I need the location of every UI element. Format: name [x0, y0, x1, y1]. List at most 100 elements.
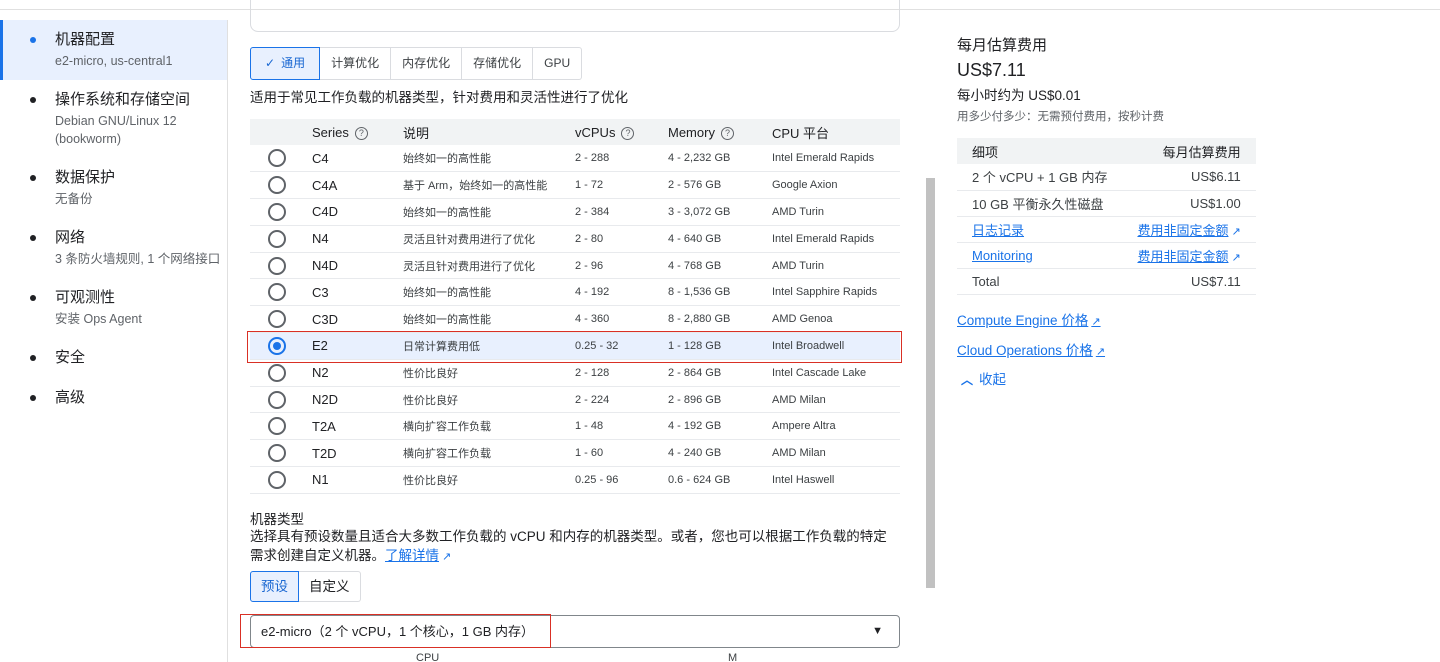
series-row[interactable]: N2D 性价比良好 2 - 224 2 - 896 GB AMD Milan — [250, 386, 900, 414]
series-platform: Google Axion — [772, 171, 900, 200]
radio-cell — [250, 278, 312, 307]
sidebar-item-2[interactable]: 数据保护 无备份 — [0, 158, 227, 218]
series-platform: Intel Cascade Lake — [772, 359, 900, 387]
tab-2[interactable]: 内存优化 — [391, 47, 463, 80]
sidebar-item-title: 可观测性 — [55, 289, 116, 306]
series-vcpus: 2 - 128 — [575, 359, 668, 387]
sidebar-item-6[interactable]: 高级 — [0, 378, 227, 418]
series-row[interactable]: N4D 灵活且针对费用进行了优化 2 - 96 4 - 768 GB AMD Turin — [250, 252, 900, 280]
series-row[interactable]: N1 性价比良好 0.25 - 96 0.6 - 624 GB Intel Haswel… — [250, 466, 900, 494]
series-platform: Ampere Altra — [772, 412, 900, 441]
cost-value-link[interactable]: 费用非固定金额 — [1137, 249, 1228, 264]
series-description: 灵活且针对费用进行了优化 — [403, 252, 575, 280]
series-description: 性价比良好 — [403, 359, 575, 387]
series-row[interactable]: N4 灵活且针对费用进行了优化 2 - 80 4 - 640 GB Intel Emer… — [250, 225, 900, 253]
series-vcpus: 0.25 - 32 — [575, 332, 668, 360]
cost-item-link[interactable]: Monitoring — [972, 248, 1033, 263]
help-icon[interactable]: ? — [720, 126, 734, 140]
sidebar-item-0[interactable]: 机器配置 e2-micro, us-central1 — [0, 20, 227, 80]
learn-more-link[interactable]: 了解详情 — [385, 548, 439, 563]
series-radio[interactable] — [268, 256, 286, 275]
series-vcpus: 2 - 224 — [575, 386, 668, 414]
series-radio[interactable] — [268, 283, 286, 302]
sidebar-item-1[interactable]: 操作系统和存储空间 Debian GNU/Linux 12 (bookworm) — [0, 80, 227, 158]
cost-item: 2 个 vCPU + 1 GB 内存 — [957, 164, 1123, 191]
series-name: C4D — [312, 198, 403, 226]
series-row[interactable]: E2 日常计算费用低 0.25 - 32 1 - 128 GB Intel Broadw… — [250, 332, 900, 360]
series-memory: 4 - 2,232 GB — [668, 145, 772, 173]
series-memory: 8 - 2,880 GB — [668, 305, 772, 334]
tab-0[interactable]: ✓ 通用 — [250, 47, 321, 80]
help-icon[interactable]: ? — [621, 126, 635, 140]
series-memory: 8 - 1,536 GB — [668, 278, 772, 307]
series-radio[interactable] — [268, 470, 286, 489]
cost-row: 日志记录 费用非固定金额 ↗ — [957, 216, 1256, 243]
sidebar-item-title: 机器配置 — [55, 31, 116, 48]
sidebar-item-title: 安全 — [55, 349, 86, 366]
external-link-icon: ↗ — [1091, 316, 1101, 328]
custom-button[interactable]: 自定义 — [299, 571, 361, 602]
series-vcpus: 1 - 72 — [575, 171, 668, 200]
tab-1[interactable]: 计算优化 — [320, 47, 392, 80]
peek-label-m: M — [728, 652, 738, 662]
series-name: N4 — [312, 225, 403, 253]
series-radio[interactable] — [268, 390, 286, 409]
series-row[interactable]: T2D 横向扩容工作负载 1 - 60 4 - 240 GB AMD Milan — [250, 439, 900, 468]
series-row[interactable]: C4D 始终如一的高性能 2 - 384 3 - 3,072 GB AMD Turin — [250, 198, 900, 226]
series-radio[interactable] — [268, 202, 286, 221]
series-radio[interactable] — [268, 417, 286, 436]
tab-label: 内存优化 — [402, 56, 451, 70]
cost-value-link[interactable]: 费用非固定金额 — [1137, 223, 1228, 238]
series-memory: 3 - 3,072 GB — [668, 198, 772, 226]
series-row[interactable]: N2 性价比良好 2 - 128 2 - 864 GB Intel Cascade La… — [250, 359, 900, 387]
series-radio[interactable] — [268, 176, 286, 195]
series-memory: 0.6 - 624 GB — [668, 466, 772, 494]
sidebar-item-title: 高级 — [55, 389, 86, 406]
compute-engine-pricing-link[interactable]: Compute Engine 价格 ↗ — [957, 309, 1101, 329]
sidebar-item-4[interactable]: 可观测性 安装 Ops Agent — [0, 278, 227, 338]
series-radio[interactable] — [268, 444, 286, 463]
collapse-button[interactable]: ︿ 收起 — [961, 368, 1006, 388]
select-column-header — [250, 119, 312, 145]
tab-4[interactable]: GPU — [533, 47, 583, 80]
series-platform: Intel Emerald Rapids — [772, 225, 900, 253]
series-row[interactable]: T2A 横向扩容工作负载 1 - 48 4 - 192 GB Ampere Altra — [250, 412, 900, 441]
series-row[interactable]: C4 始终如一的高性能 2 - 288 4 - 2,232 GB Intel Emera… — [250, 145, 900, 173]
tab-label: 通用 — [281, 56, 306, 70]
sidebar-item-5[interactable]: 安全 — [0, 338, 227, 378]
tab-label: 存储优化 — [473, 56, 522, 70]
sidebar-item-title: 操作系统和存储空间 — [55, 91, 191, 108]
cost-value: US$6.11 — [1122, 164, 1256, 191]
series-radio[interactable] — [268, 310, 286, 329]
tab-3[interactable]: 存储优化 — [462, 47, 534, 80]
series-column-header: Series? — [312, 119, 403, 145]
radio-cell — [250, 412, 312, 441]
cost-column-header: 每月估算费用 — [1122, 138, 1256, 164]
machine-type-select[interactable]: e2-micro（2 个 vCPU，1 个核心，1 GB 内存） ▼ — [250, 615, 900, 648]
sidebar-item-3[interactable]: 网络 3 条防火墙规则, 1 个网络接口 — [0, 218, 227, 278]
preset-button[interactable]: 预设 — [250, 571, 299, 602]
series-name: C4 — [312, 145, 403, 173]
machine-type-title: 机器类型 — [250, 512, 304, 527]
series-radio[interactable] — [268, 363, 286, 382]
series-radio[interactable] — [268, 336, 286, 355]
series-row[interactable]: C4A 基于 Arm，始终如一的高性能 1 - 72 2 - 576 GB Google… — [250, 171, 900, 200]
cloud-operations-pricing-link[interactable]: Cloud Operations 价格 ↗ — [957, 339, 1105, 359]
help-icon[interactable]: ? — [354, 126, 368, 140]
total-value: US$7.11 — [1122, 268, 1256, 295]
series-platform: AMD Genoa — [772, 305, 900, 334]
series-radio[interactable] — [268, 149, 286, 168]
external-link-icon: ↗ — [1231, 225, 1241, 238]
series-table-header: Series? 说明 vCPUs? Memory? CPU 平台 — [250, 119, 900, 145]
cost-item-link[interactable]: 日志记录 — [972, 223, 1024, 238]
cost-item: 10 GB 平衡永久性磁盘 — [957, 190, 1123, 217]
cost-row: Monitoring 费用非固定金额 ↗ — [957, 242, 1256, 269]
radio-cell — [250, 386, 312, 414]
series-name: C4A — [312, 171, 403, 200]
scrollbar-thumb[interactable] — [926, 178, 935, 588]
series-row[interactable]: C3D 始终如一的高性能 4 - 360 8 - 2,880 GB AMD Genoa — [250, 305, 900, 334]
series-radio[interactable] — [268, 229, 286, 248]
series-row[interactable]: C3 始终如一的高性能 4 - 192 8 - 1,536 GB Intel Sapph… — [250, 278, 900, 307]
series-platform: Intel Sapphire Rapids — [772, 278, 900, 307]
radio-cell — [250, 198, 312, 226]
